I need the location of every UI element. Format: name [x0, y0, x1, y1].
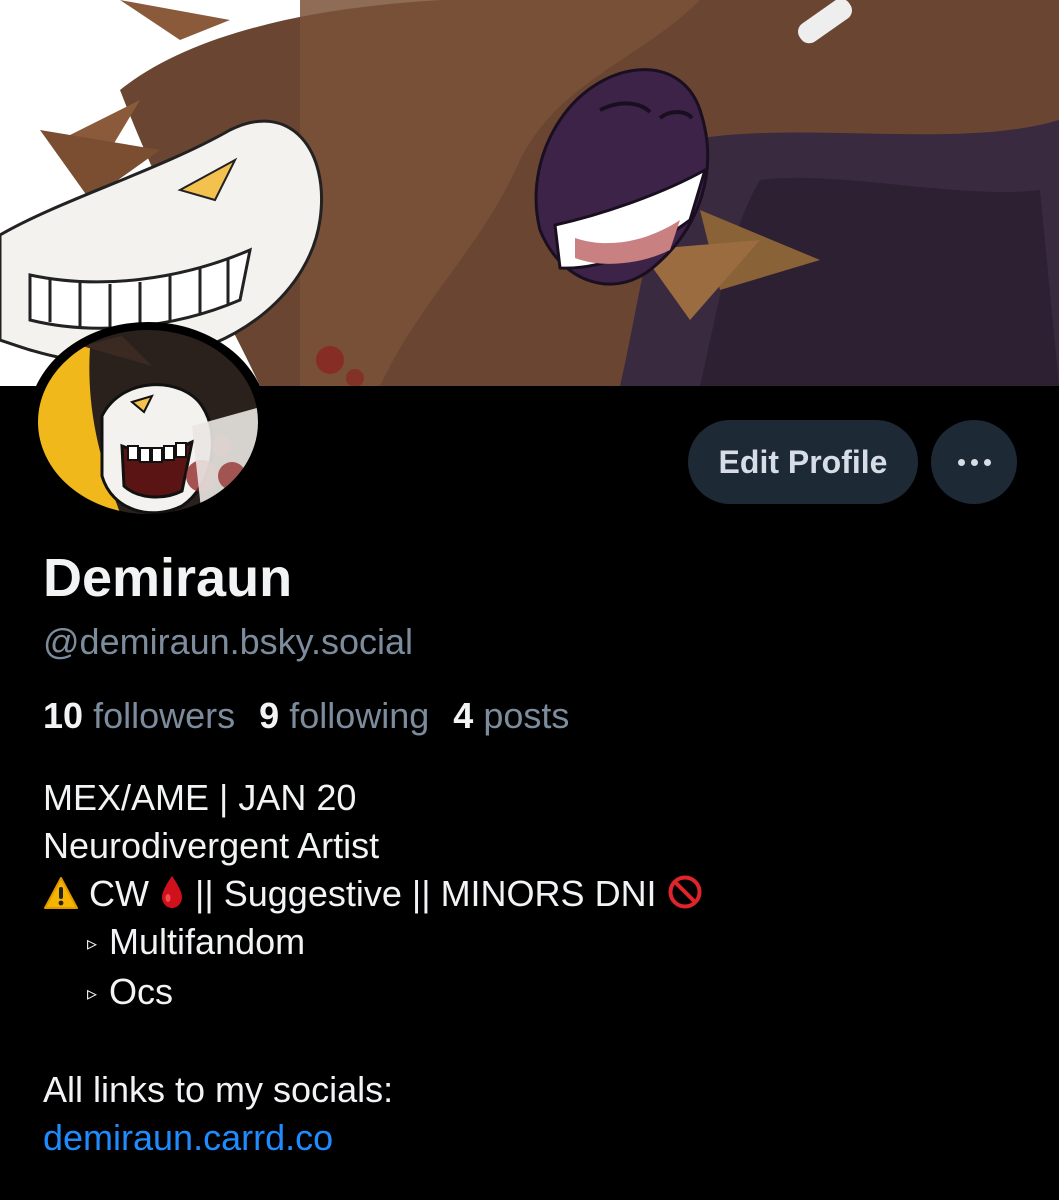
- bio-list-item: ▹ Ocs: [43, 968, 703, 1018]
- followers-count: 10: [43, 695, 84, 736]
- ellipsis-icon: [957, 458, 965, 466]
- prohibited-icon: [668, 875, 702, 909]
- ellipsis-icon: [983, 458, 991, 466]
- bio-line: Neurodivergent Artist: [43, 825, 380, 866]
- triangle-bullet-icon: ▹: [87, 983, 98, 1005]
- avatar[interactable]: [28, 322, 268, 522]
- user-handle: @demiraun.bsky.social: [43, 621, 414, 662]
- socials-link[interactable]: demiraun.carrd.co: [43, 1117, 333, 1158]
- followers-stat[interactable]: 10 followers: [43, 695, 235, 736]
- avatar-image: [34, 326, 262, 518]
- posts-label: posts: [483, 695, 570, 736]
- profile-stats: 10 followers 9 following 4 posts: [43, 694, 569, 738]
- display-name: Demiraun: [43, 548, 293, 608]
- following-stat[interactable]: 9 following: [259, 695, 429, 736]
- bio-line: MEX/AME | JAN 20: [43, 777, 357, 818]
- triangle-bullet-icon: ▹: [87, 933, 98, 955]
- bio-list-item-text: Multifandom: [109, 921, 306, 962]
- bio-list-item: ▹ Multifandom: [43, 918, 703, 968]
- bio-line: CW || Suggestive || MINORS DNI: [43, 870, 703, 918]
- more-options-button[interactable]: [931, 420, 1017, 504]
- ellipsis-icon: [970, 458, 978, 466]
- posts-stat: 4 posts: [453, 695, 569, 736]
- edit-profile-button[interactable]: Edit Profile: [688, 420, 918, 504]
- bio-line: All links to my socials:: [43, 1069, 394, 1110]
- followers-label: followers: [93, 695, 236, 736]
- bio-cw-text: CW: [89, 873, 149, 914]
- profile-bio: MEX/AME | JAN 20 Neurodivergent Artist C…: [43, 774, 703, 1162]
- bio-list-item-text: Ocs: [109, 971, 174, 1012]
- blood-drop-icon: [162, 876, 183, 908]
- following-count: 9: [259, 695, 280, 736]
- posts-count: 4: [453, 695, 474, 736]
- warning-icon: [44, 877, 78, 909]
- bio-warning-text: || Suggestive || MINORS DNI: [195, 873, 657, 914]
- following-label: following: [289, 695, 430, 736]
